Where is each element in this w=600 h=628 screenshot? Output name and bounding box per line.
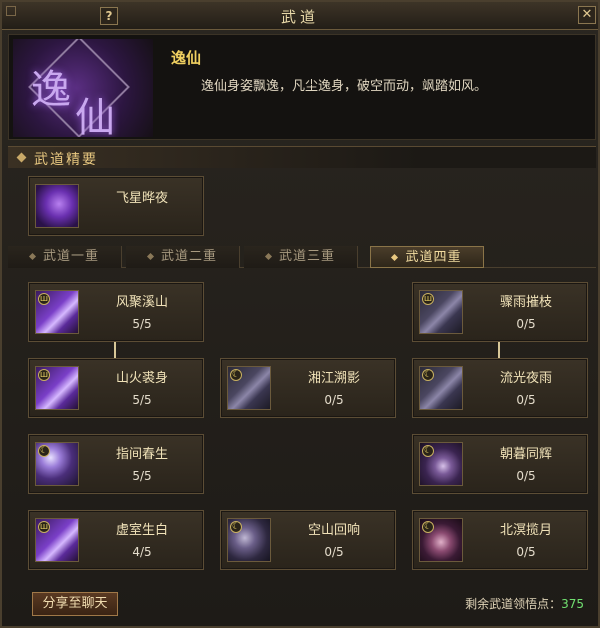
skill-name: 湘江溯影 xyxy=(307,371,360,386)
skill-level: 5/5 xyxy=(132,317,152,331)
tier-tabs: 武道一重 武道二重 武道三重 武道四重 xyxy=(8,246,596,268)
tab-tier-1[interactable]: 武道一重 xyxy=(8,246,122,268)
essence-skill-card[interactable]: 飞星晔夜 xyxy=(28,176,204,236)
purple-slash-icon: ш xyxy=(35,518,79,562)
points-value: 375 xyxy=(561,597,584,611)
skill-connector-line xyxy=(498,342,500,358)
skill-level: 0/5 xyxy=(324,393,344,407)
skill-card[interactable]: ш 风聚溪山 5/5 xyxy=(28,282,204,342)
skill-card[interactable]: ш 骤雨摧枝 0/5 xyxy=(412,282,588,342)
swirl-icon: ☾ xyxy=(419,518,463,562)
skill-level: 0/5 xyxy=(324,545,344,559)
window-title: 武道 xyxy=(280,8,319,26)
dim-rain-icon: ш xyxy=(419,290,463,334)
skill-name: 飞星晔夜 xyxy=(115,191,168,206)
diamond-icon xyxy=(146,252,155,261)
skill-card[interactable]: ш 虚室生白 4/5 xyxy=(28,510,204,570)
moon-figure-icon: ☾ xyxy=(419,442,463,486)
skill-name: 风聚溪山 xyxy=(115,295,168,310)
skill-name: 北溟揽月 xyxy=(499,523,552,538)
tab-label: 武道四重 xyxy=(405,250,462,265)
skill-type-badge-icon: ☾ xyxy=(230,521,242,533)
skill-level: 5/5 xyxy=(132,469,152,483)
title-bar[interactable]: ? 武道 ✕ xyxy=(2,2,598,30)
section-title: 武道精要 xyxy=(34,152,98,168)
tab-label: 武道一重 xyxy=(42,249,99,264)
dim-wave-icon: ☾ xyxy=(227,366,271,410)
skill-type-badge-icon: ш xyxy=(422,293,434,305)
skill-type-badge-icon: ш xyxy=(38,369,50,381)
dim-orb-icon: ☾ xyxy=(227,518,271,562)
skill-type-badge-icon: ш xyxy=(38,293,50,305)
skill-type-badge-icon: ☾ xyxy=(422,521,434,533)
skill-type-badge-icon: ☾ xyxy=(38,445,50,457)
skill-level: 0/5 xyxy=(516,317,536,331)
tab-label: 武道三重 xyxy=(278,249,335,264)
skill-name: 朝暮同辉 xyxy=(499,447,552,462)
tab-tier-3[interactable]: 武道三重 xyxy=(244,246,358,268)
emblem-character: 逸 xyxy=(31,67,71,113)
tab-tier-4[interactable]: 武道四重 xyxy=(370,246,484,268)
purple-slash-icon: ш xyxy=(35,366,79,410)
skill-name: 虚室生白 xyxy=(115,523,168,538)
dim-rain-icon: ☾ xyxy=(419,366,463,410)
skill-name: 骤雨摧枝 xyxy=(499,295,552,310)
class-name: 逸仙 xyxy=(171,49,202,67)
tab-label: 武道二重 xyxy=(160,249,217,264)
skill-connector-line xyxy=(114,342,116,358)
skill-name: 山火裘身 xyxy=(115,371,168,386)
purple-orb-icon: ☾ xyxy=(35,442,79,486)
skill-type-badge-icon: ☾ xyxy=(422,445,434,457)
skill-card[interactable]: ☾ 湘江溯影 0/5 xyxy=(220,358,396,418)
skill-level: 0/5 xyxy=(516,545,536,559)
purple-slash-icon: ш xyxy=(35,290,79,334)
section-heading: 武道精要 xyxy=(8,146,596,168)
points-label: 剩余武道领悟点： xyxy=(465,597,562,611)
skill-card[interactable]: ☾ 空山回响 0/5 xyxy=(220,510,396,570)
skill-level: 5/5 xyxy=(132,393,152,407)
share-to-chat-button[interactable]: 分享至聊天 xyxy=(32,592,118,616)
skill-name: 空山回响 xyxy=(307,523,360,538)
flying-figure-icon xyxy=(35,184,79,228)
skill-card[interactable]: ☾ 指间春生 5/5 xyxy=(28,434,204,494)
skill-name: 流光夜雨 xyxy=(499,371,552,386)
skill-card[interactable]: ш 山火裘身 5/5 xyxy=(28,358,204,418)
skill-type-badge-icon: ☾ xyxy=(230,369,242,381)
diamond-icon xyxy=(391,253,399,262)
diamond-bullet-icon xyxy=(16,152,27,163)
skill-card[interactable]: ☾ 朝暮同辉 0/5 xyxy=(412,434,588,494)
diamond-icon xyxy=(264,252,273,261)
class-description: 逸仙身姿飘逸，凡尘逸身，破空而动，飒踏如风。 xyxy=(201,79,488,94)
skill-card[interactable]: ☾ 北溟揽月 0/5 xyxy=(412,510,588,570)
skill-name: 指间春生 xyxy=(115,447,168,462)
class-header: 逸 仙 逸仙 逸仙身姿飘逸，凡尘逸身，破空而动，飒踏如风。 xyxy=(8,34,596,140)
skill-level: 4/5 xyxy=(132,545,152,559)
skill-level: 0/5 xyxy=(516,469,536,483)
class-emblem: 逸 仙 xyxy=(13,39,153,137)
martial-path-window: ? 武道 ✕ 逸 仙 逸仙 逸仙身姿飘逸，凡尘逸身，破空而动，飒踏如风。 武道精… xyxy=(0,0,600,628)
diamond-icon xyxy=(28,252,37,261)
skill-type-badge-icon: ш xyxy=(38,521,50,533)
skill-level: 0/5 xyxy=(516,393,536,407)
tab-tier-2[interactable]: 武道二重 xyxy=(126,246,240,268)
emblem-character: 仙 xyxy=(75,95,115,137)
close-button[interactable]: ✕ xyxy=(578,6,596,24)
skill-card[interactable]: ☾ 流光夜雨 0/5 xyxy=(412,358,588,418)
skill-type-badge-icon: ☾ xyxy=(422,369,434,381)
remaining-points: 剩余武道领悟点：375 xyxy=(465,595,584,612)
